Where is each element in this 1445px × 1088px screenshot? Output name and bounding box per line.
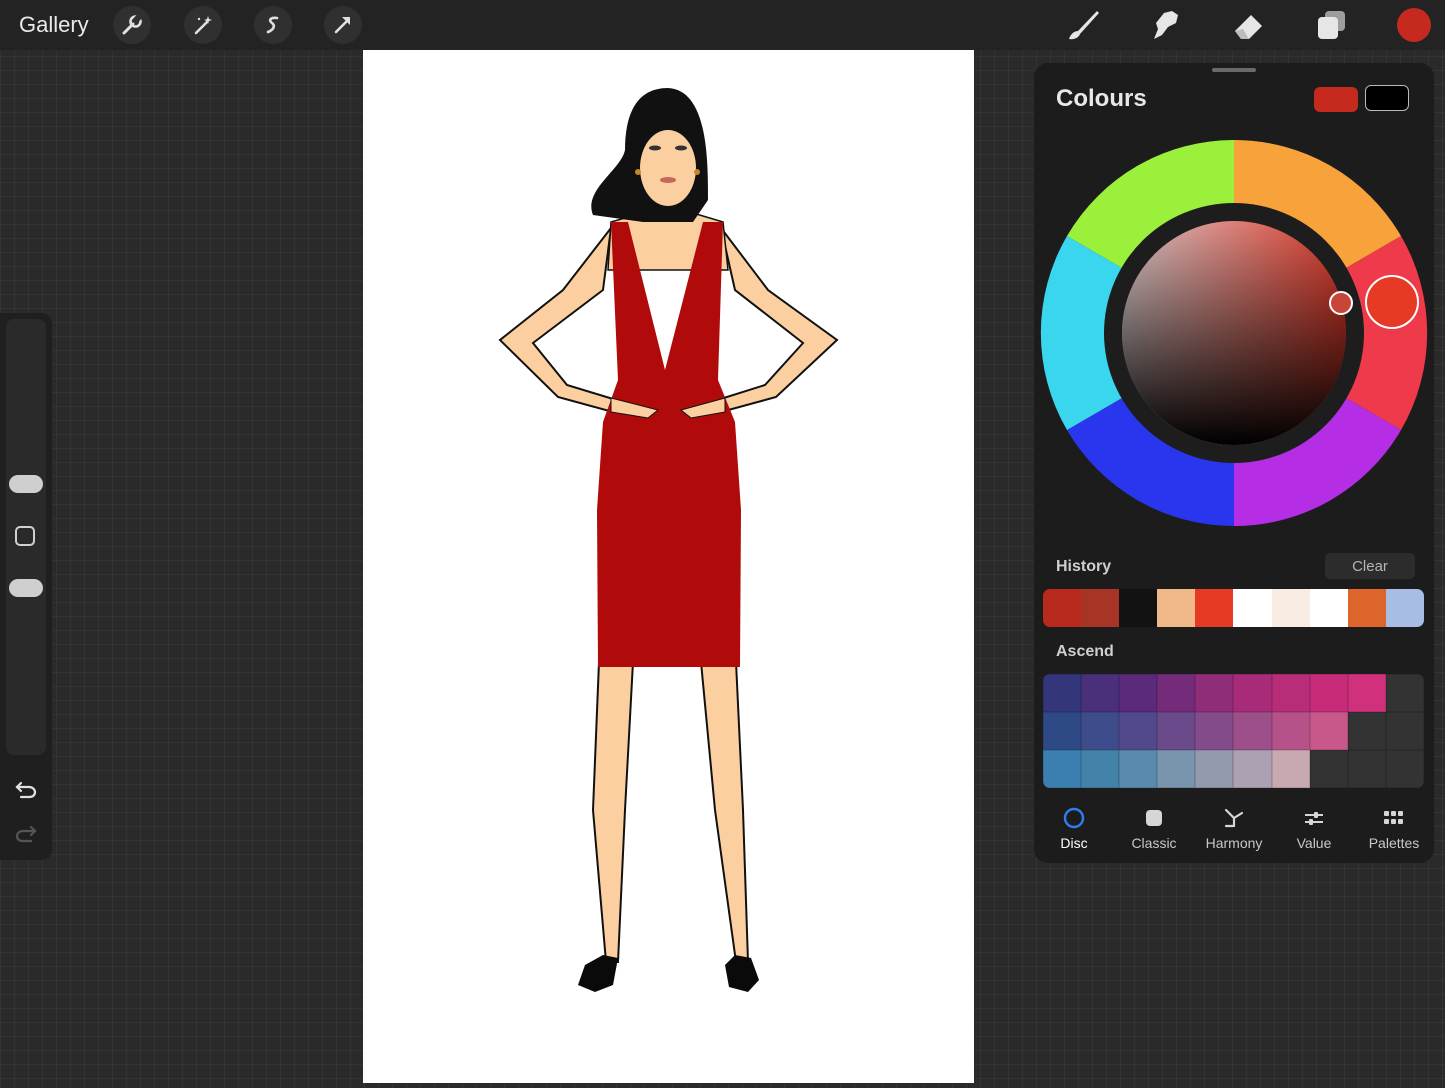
history-swatch[interactable]: [1081, 589, 1120, 627]
tab-harmony[interactable]: Harmony: [1194, 801, 1274, 861]
left-sidebar: [0, 313, 52, 860]
palette-swatch[interactable]: [1271, 712, 1310, 750]
palette-swatch[interactable]: [1119, 750, 1158, 788]
brush-icon[interactable]: [1062, 6, 1102, 44]
disc-icon: [1062, 806, 1086, 830]
selection-icon[interactable]: [254, 6, 292, 44]
palette-swatch[interactable]: [1119, 712, 1158, 750]
history-label: History: [1056, 558, 1112, 575]
transform-arrow-icon[interactable]: [324, 6, 362, 44]
palette-swatch[interactable]: [1157, 712, 1196, 750]
history-swatch[interactable]: [1385, 589, 1424, 627]
palette-swatch[interactable]: [1081, 712, 1120, 750]
saturation-picker-handle[interactable]: [1329, 291, 1353, 315]
palette-swatch[interactable]: [1233, 712, 1272, 750]
palette-swatch[interactable]: [1309, 712, 1348, 750]
opacity-handle[interactable]: [9, 579, 43, 597]
panel-grabber[interactable]: [1212, 68, 1256, 72]
palette-swatch[interactable]: [1081, 750, 1120, 788]
history-swatch[interactable]: [1309, 589, 1348, 627]
palette-swatch[interactable]: [1385, 674, 1424, 712]
clear-history-button[interactable]: Clear: [1325, 553, 1415, 579]
history-swatch[interactable]: [1233, 589, 1272, 627]
palette-swatch[interactable]: [1347, 712, 1386, 750]
palette-swatch[interactable]: [1157, 674, 1196, 712]
brush-size-handle[interactable]: [9, 475, 43, 493]
palette-swatch[interactable]: [1233, 674, 1272, 712]
palette-swatch[interactable]: [1271, 750, 1310, 788]
fashion-figure-illustration: [498, 88, 839, 992]
history-swatch[interactable]: [1271, 589, 1310, 627]
value-sliders-icon: [1302, 806, 1326, 830]
palette-swatch[interactable]: [1081, 674, 1120, 712]
eraser-icon[interactable]: [1228, 6, 1268, 44]
history-swatch[interactable]: [1347, 589, 1386, 627]
palette-swatch[interactable]: [1347, 750, 1386, 788]
current-color-button[interactable]: [1397, 8, 1431, 42]
palette-swatch[interactable]: [1271, 674, 1310, 712]
tab-palettes[interactable]: Palettes: [1354, 801, 1434, 861]
saturation-brightness-area[interactable]: [1122, 221, 1346, 445]
harmony-icon: [1222, 806, 1246, 830]
history-swatches: [1043, 589, 1424, 627]
tab-value[interactable]: Value: [1274, 801, 1354, 861]
wrench-icon[interactable]: [113, 6, 151, 44]
redo-icon[interactable]: [14, 823, 38, 843]
history-swatch[interactable]: [1195, 589, 1234, 627]
undo-icon[interactable]: [14, 779, 38, 799]
smudge-icon[interactable]: [1145, 6, 1185, 44]
palette-swatch[interactable]: [1347, 674, 1386, 712]
palettes-grid-icon: [1382, 806, 1406, 830]
palette-swatch[interactable]: [1043, 750, 1082, 788]
palette-swatch[interactable]: [1119, 674, 1158, 712]
gallery-button[interactable]: Gallery: [19, 12, 89, 38]
palette-swatch[interactable]: [1195, 712, 1234, 750]
palette-swatch[interactable]: [1309, 750, 1348, 788]
palette-swatch[interactable]: [1195, 750, 1234, 788]
colour-mode-tabs: Disc Classic Harmony Value Palettes: [1034, 801, 1434, 861]
palette-name: Ascend: [1056, 643, 1114, 660]
colour-disc[interactable]: [1040, 139, 1428, 527]
palette-swatch[interactable]: [1385, 712, 1424, 750]
palette-swatch[interactable]: [1043, 674, 1082, 712]
palette-swatch[interactable]: [1385, 750, 1424, 788]
palette-grid: [1043, 674, 1424, 788]
palette-swatch[interactable]: [1195, 674, 1234, 712]
modify-button[interactable]: [15, 526, 35, 546]
history-swatch[interactable]: [1119, 589, 1158, 627]
layers-icon[interactable]: [1311, 6, 1351, 44]
top-toolbar: Gallery: [0, 0, 1445, 50]
hue-picker-handle[interactable]: [1365, 275, 1419, 329]
tab-disc[interactable]: Disc: [1034, 801, 1114, 861]
secondary-color-swatch[interactable]: [1365, 85, 1409, 111]
palette-swatch[interactable]: [1157, 750, 1196, 788]
palette-swatch[interactable]: [1309, 674, 1348, 712]
tab-classic[interactable]: Classic: [1114, 801, 1194, 861]
colours-panel: Colours History Clear Ascend Disc Classi…: [1034, 63, 1434, 863]
primary-color-swatch[interactable]: [1314, 87, 1358, 112]
drawing-canvas[interactable]: [363, 50, 974, 1083]
panel-title: Colours: [1056, 85, 1147, 112]
history-swatch[interactable]: [1043, 589, 1082, 627]
magic-wand-icon[interactable]: [184, 6, 222, 44]
palette-swatch[interactable]: [1233, 750, 1272, 788]
history-swatch[interactable]: [1157, 589, 1196, 627]
classic-icon: [1142, 806, 1166, 830]
palette-swatch[interactable]: [1043, 712, 1082, 750]
